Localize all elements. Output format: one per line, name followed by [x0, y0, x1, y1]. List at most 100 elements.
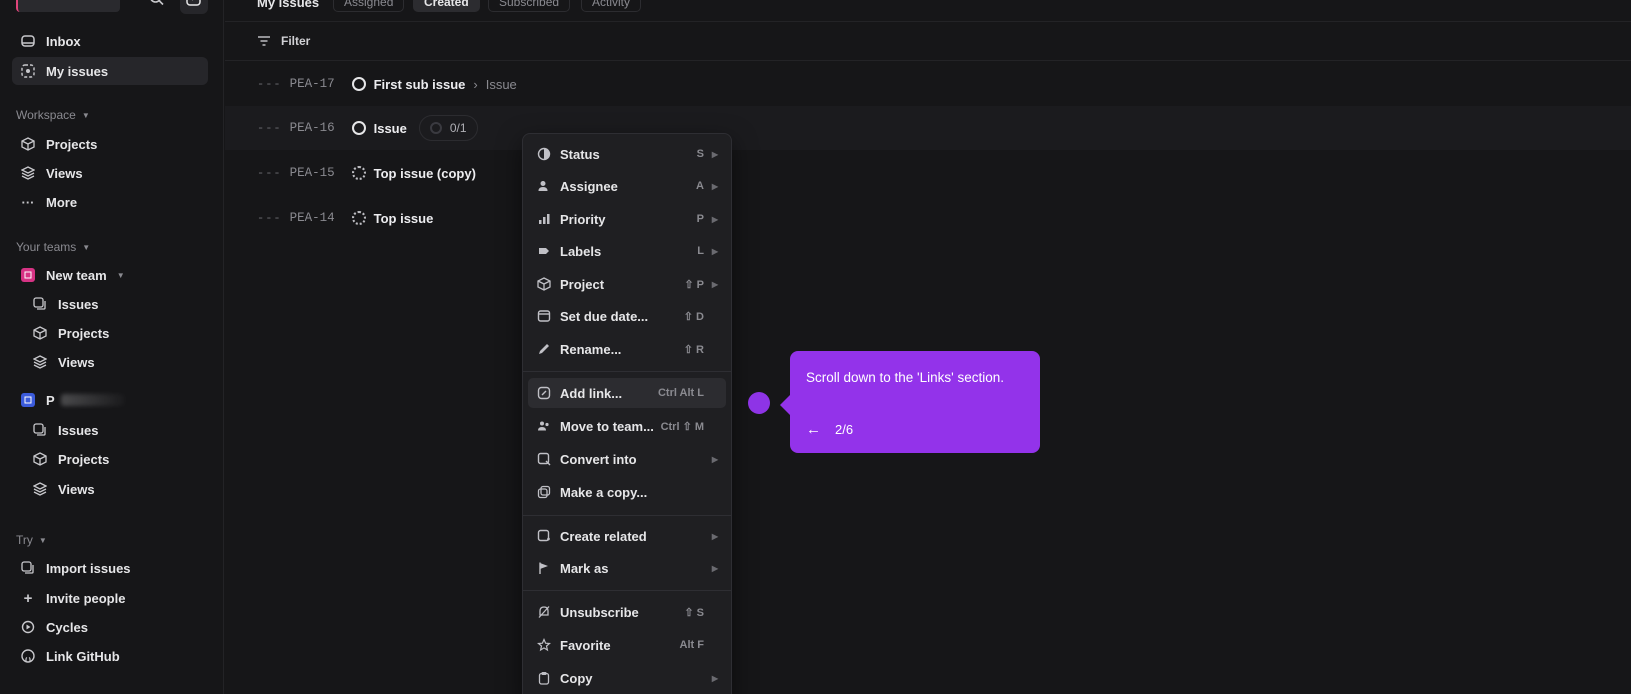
menu-item-project[interactable]: Project ⇧ P ▶: [528, 269, 726, 299]
inbox-icon: [20, 33, 36, 49]
flag-icon: [536, 560, 552, 576]
teams-section-label[interactable]: Your teams ▼: [16, 240, 90, 254]
menu-item-add-link[interactable]: Add link... Ctrl Alt L: [528, 378, 726, 408]
sub-issue-progress[interactable]: 0/1: [418, 115, 478, 141]
layers-icon: [20, 165, 36, 181]
sidebar-item-team2-projects[interactable]: Projects: [24, 445, 208, 473]
shortcut-hint: L: [697, 245, 704, 257]
tab-activity[interactable]: Activity: [581, 0, 642, 12]
menu-item-set-due-date[interactable]: Set due date... ⇧ D: [528, 301, 726, 331]
sidebar-item-my-issues[interactable]: My issues: [12, 57, 208, 85]
status-backlog-icon[interactable]: [351, 211, 366, 225]
sidebar-item-team1-issues[interactable]: Issues: [24, 290, 208, 318]
sidebar: Inbox My issues Workspace ▼ Projects View…: [0, 0, 224, 694]
issue-row[interactable]: --- PEA-17 First sub issue › Issue: [225, 62, 1631, 106]
caret-down-icon: ▼: [116, 270, 125, 280]
sidebar-item-team1-views[interactable]: Views: [24, 348, 208, 376]
label-icon: [536, 243, 552, 259]
sidebar-item-team2-views[interactable]: Views: [24, 475, 208, 503]
workspace-switcher[interactable]: [16, 0, 120, 12]
caret-down-icon: ▼: [38, 535, 47, 545]
menu-divider: [523, 590, 731, 591]
sidebar-item-team2-issues[interactable]: Issues: [24, 416, 208, 444]
menu-item-labels[interactable]: Labels L ▶: [528, 236, 726, 266]
issue-row[interactable]: --- PEA-15 Top issue (copy): [225, 151, 1631, 195]
page-title: My issues: [257, 0, 320, 10]
priority-none-icon[interactable]: ---: [257, 166, 282, 180]
link-icon: [536, 385, 552, 401]
status-todo-icon[interactable]: [351, 77, 366, 91]
tab-created[interactable]: Created: [413, 0, 480, 12]
new-issue-button[interactable]: [180, 0, 208, 14]
star-icon: [536, 637, 552, 653]
team-icon: [536, 418, 552, 434]
status-icon: [536, 146, 552, 162]
github-icon: [20, 648, 36, 664]
menu-item-copy[interactable]: Copy ▶: [528, 663, 726, 693]
import-icon: [20, 560, 36, 576]
status-backlog-icon[interactable]: [351, 166, 366, 180]
layers-icon: [32, 354, 48, 370]
menu-item-mark-as[interactable]: Mark as ▶: [528, 553, 726, 583]
issues-icon: [32, 422, 48, 438]
sidebar-item-import-issues[interactable]: Import issues: [12, 554, 208, 582]
team-badge-icon: [20, 392, 36, 408]
submenu-arrow-icon: ▶: [711, 181, 718, 191]
sidebar-item-cycles[interactable]: Cycles: [12, 613, 208, 641]
issue-title: Top issue (copy): [373, 165, 476, 181]
menu-item-unsubscribe[interactable]: Unsubscribe ⇧ S: [528, 597, 726, 627]
issue-row[interactable]: --- PEA-14 Top issue: [225, 196, 1631, 240]
shortcut-hint: A: [696, 180, 704, 192]
tab-assigned[interactable]: Assigned: [333, 0, 405, 12]
menu-item-favorite[interactable]: Favorite Alt F: [528, 630, 726, 660]
sidebar-item-inbox[interactable]: Inbox: [12, 27, 208, 55]
bell-off-icon: [536, 604, 552, 620]
parent-issue-link[interactable]: Issue: [486, 77, 517, 92]
shortcut-hint: ⇧ D: [683, 310, 704, 323]
try-section-label[interactable]: Try ▼: [16, 533, 47, 547]
issue-row[interactable]: --- PEA-16 Issue 0/1: [225, 106, 1631, 150]
tab-subscribed[interactable]: Subscribed: [488, 0, 571, 12]
sidebar-team-p[interactable]: P: [12, 386, 208, 414]
sidebar-item-link-github[interactable]: Link GitHub: [12, 642, 208, 670]
menu-item-convert-into[interactable]: Convert into ▶: [528, 444, 726, 474]
sidebar-item-projects[interactable]: Projects: [12, 130, 208, 158]
menu-item-priority[interactable]: Priority P ▶: [528, 204, 726, 234]
menu-item-make-a-copy[interactable]: Make a copy...: [528, 477, 726, 507]
submenu-arrow-icon: ▶: [711, 246, 718, 256]
sidebar-item-more[interactable]: ··· More: [12, 188, 208, 216]
sidebar-item-label: Projects: [58, 325, 110, 341]
assignee-icon: [536, 178, 552, 194]
workspace-section-label[interactable]: Workspace ▼: [16, 108, 90, 122]
priority-none-icon[interactable]: ---: [257, 211, 282, 225]
sidebar-item-views[interactable]: Views: [12, 159, 208, 187]
plus-icon: +: [23, 589, 33, 607]
filter-button[interactable]: Filter: [225, 22, 1631, 61]
arrow-left-icon[interactable]: ←: [806, 421, 821, 438]
menu-item-create-related[interactable]: Create related ▶: [528, 521, 726, 551]
filter-icon: [258, 36, 270, 46]
sidebar-team-new-team[interactable]: New team ▼: [12, 261, 208, 289]
shortcut-hint: ⇧ S: [684, 606, 704, 619]
sidebar-item-team1-projects[interactable]: Projects: [24, 319, 208, 347]
sidebar-item-label: Invite people: [46, 590, 126, 606]
guide-beacon[interactable]: [748, 392, 770, 414]
menu-item-move-to-team[interactable]: Move to team... Ctrl ⇧ M: [528, 411, 726, 441]
calendar-icon: [536, 308, 552, 324]
redacted-name: [60, 394, 125, 406]
sidebar-item-label: Cycles: [46, 619, 88, 635]
menu-item-status[interactable]: Status S ▶: [528, 139, 726, 169]
menu-item-rename[interactable]: Rename... ⇧ R: [528, 334, 726, 364]
menu-item-assignee[interactable]: Assignee A ▶: [528, 171, 726, 201]
my-issues-icon: [20, 63, 36, 79]
priority-none-icon[interactable]: ---: [257, 121, 282, 135]
sidebar-item-label: Issues: [58, 296, 99, 312]
status-todo-icon[interactable]: [351, 121, 366, 135]
sidebar-item-label: Inbox: [46, 33, 81, 49]
sidebar-item-label: Projects: [46, 136, 98, 152]
sidebar-item-invite-people[interactable]: + Invite people: [12, 584, 208, 612]
priority-none-icon[interactable]: ---: [257, 77, 282, 91]
issue-title: Issue: [373, 120, 407, 136]
search-button[interactable]: [148, 0, 168, 12]
issue-id: PEA-15: [289, 166, 335, 180]
